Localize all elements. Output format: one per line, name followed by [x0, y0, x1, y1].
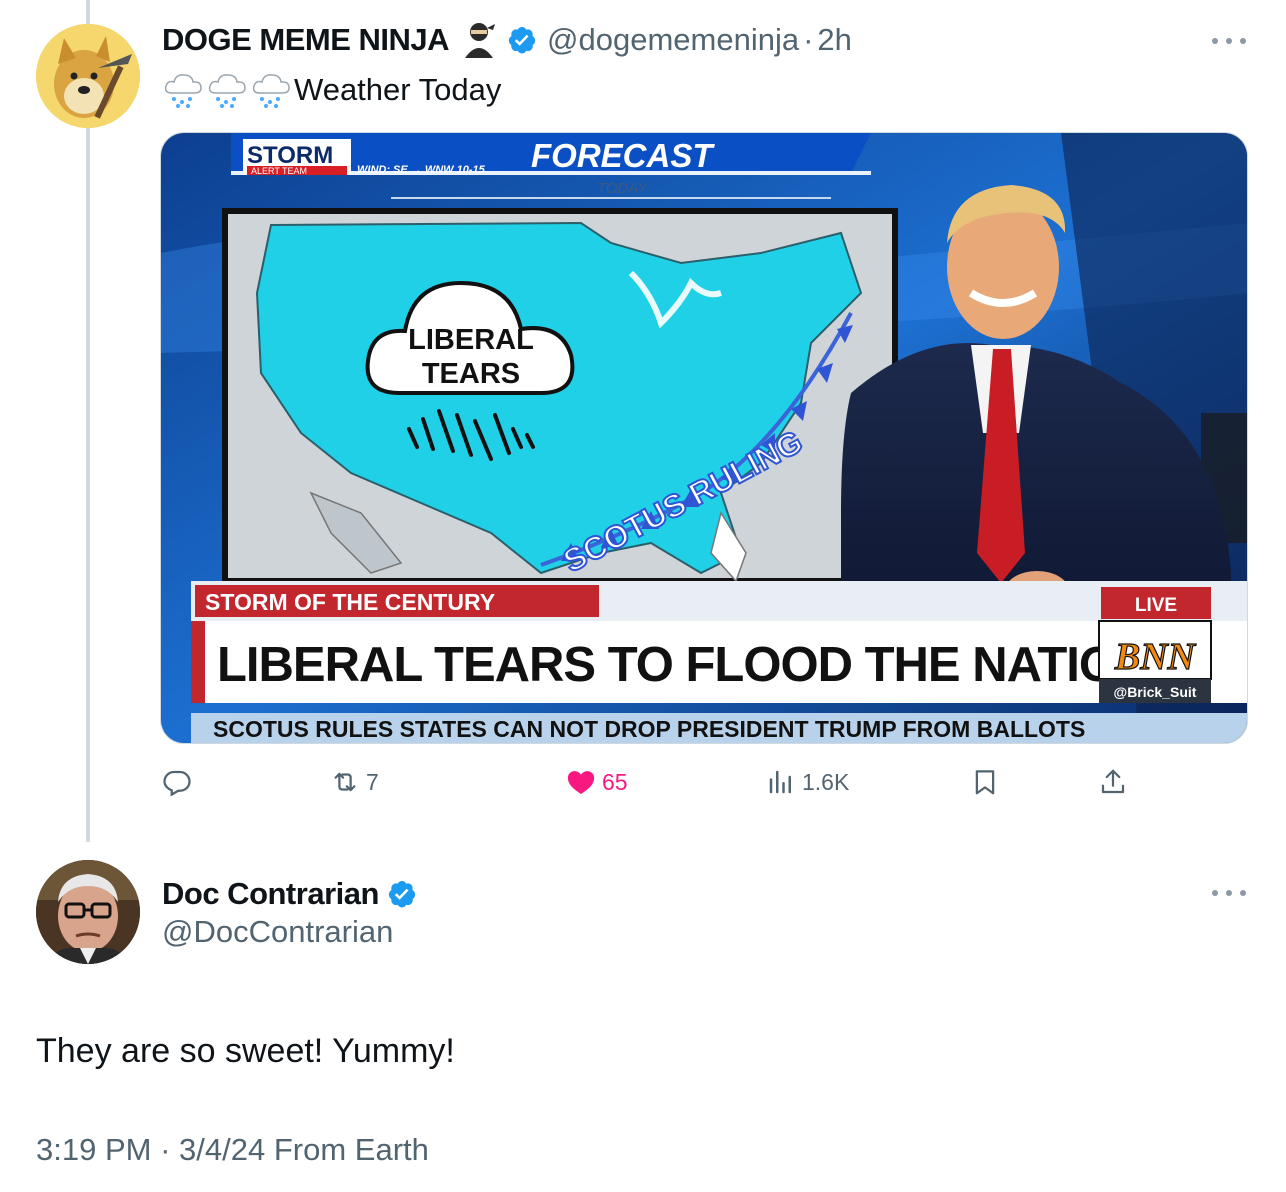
handle[interactable]: @dogememeninja	[547, 22, 799, 58]
cloud-with-rain-icon	[162, 71, 204, 109]
like-button[interactable]: 65	[566, 760, 628, 804]
reply-display-name[interactable]: Doc Contrarian	[162, 876, 379, 912]
reply-tweet-text: They are so sweet! Yummy!	[36, 1032, 455, 1070]
verified-badge-icon	[387, 879, 417, 909]
parent-tweet-text: Weather Today	[162, 68, 501, 112]
more-options-icon[interactable]	[1212, 36, 1246, 46]
separator-dot: ·	[803, 22, 814, 57]
ninja-emoji-icon	[459, 20, 499, 60]
cloud-with-rain-icon	[206, 71, 248, 109]
live-badge: LIVE	[1135, 595, 1177, 616]
cloud-label-line2: TEARS	[422, 358, 520, 390]
share-icon	[1101, 769, 1125, 794]
heart-filled-icon	[567, 771, 595, 794]
reply-time[interactable]: 3:19 PM	[36, 1132, 151, 1167]
forecast-title: FORECAST	[531, 137, 715, 174]
share-button[interactable]	[1098, 760, 1128, 804]
reply-icon	[163, 770, 191, 797]
dogememeninja-avatar[interactable]	[36, 24, 140, 128]
reply-date[interactable]: 3/4/24	[179, 1132, 265, 1167]
cloud-with-rain-icon	[250, 71, 292, 109]
tweet-text-content: Weather Today	[294, 72, 502, 107]
bookmark-icon	[975, 770, 995, 795]
doccontrarian-avatar[interactable]	[36, 860, 140, 964]
reply-handle[interactable]: @DocContrarian	[162, 914, 393, 950]
headline: LIBERAL TEARS TO FLOOD THE NATION	[217, 638, 1150, 692]
views-chart-icon	[769, 770, 791, 794]
more-options-icon[interactable]	[1212, 888, 1246, 898]
reply-source: From Earth	[273, 1132, 429, 1167]
reply-tweet-meta: 3:19 PM · 3/4/24 From Earth	[36, 1132, 429, 1168]
storm-logo: STORM	[247, 142, 333, 169]
display-name[interactable]: DOGE MEME NINJA	[162, 22, 450, 58]
tweet-action-bar: 7 65 1.6K	[160, 760, 1150, 804]
parent-tweet-header: DOGE MEME NINJA @dogememeninja · 2h	[162, 18, 852, 62]
network-logo: BNN	[1114, 636, 1197, 678]
lower-third-tag: STORM OF THE CENTURY	[205, 589, 495, 615]
separator-dot: ·	[151, 1132, 180, 1167]
tweet-time[interactable]: 2h	[817, 22, 851, 58]
reply-tweet-header: Doc Contrarian	[162, 872, 427, 916]
views-count: 1.6K	[802, 768, 850, 795]
tweet-media-image[interactable]: STORM ALERT TEAM WIND: SE → WNW 10-15 FO…	[160, 132, 1248, 744]
cloud-label-line1: LIBERAL	[408, 324, 534, 356]
news-ticker: SCOTUS RULES STATES CAN NOT DROP PRESIDE…	[213, 716, 1085, 742]
views-button[interactable]: 1.6K	[766, 760, 849, 804]
network-handle: @Brick_Suit	[1114, 684, 1197, 700]
verified-badge-icon	[507, 25, 537, 55]
reply-button[interactable]	[162, 760, 198, 804]
storm-logo-subtitle: ALERT TEAM	[251, 166, 307, 176]
retweet-icon	[334, 772, 356, 792]
retweet-count: 7	[366, 768, 379, 795]
wind-label: WIND: SE → WNW 10-15	[357, 164, 486, 176]
like-count: 65	[602, 768, 628, 795]
bookmark-button[interactable]	[970, 760, 1000, 804]
retweet-button[interactable]: 7	[330, 760, 379, 804]
today-label: TODAY	[597, 180, 648, 197]
